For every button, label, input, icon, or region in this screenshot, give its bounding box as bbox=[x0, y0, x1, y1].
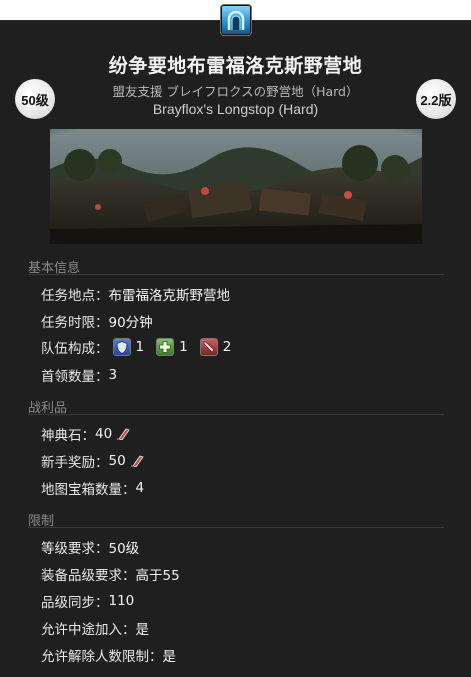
item-level-row: 装备品级要求： 高于55 bbox=[41, 564, 180, 584]
level-requirement-value: 50级 bbox=[108, 541, 140, 557]
level-badge: 50级 bbox=[15, 79, 55, 119]
section-divider bbox=[28, 527, 444, 528]
join-in-progress-label: 允许中途加入： bbox=[41, 622, 136, 638]
duty-subtitle-en: Brayflox's Longstop (Hard) bbox=[152, 101, 319, 117]
time-limit-value: 90分钟 bbox=[108, 315, 153, 331]
duty-subtitle-jp: 盟友支援 ブレイフロクスの野営地（Hard） bbox=[112, 84, 359, 99]
item-sync-row: 品级同步： 110 bbox=[41, 591, 134, 611]
item-level-value: 高于55 bbox=[135, 568, 180, 584]
map-chest-value: 4 bbox=[135, 480, 145, 496]
item-level-label: 装备品级要求： bbox=[41, 568, 136, 584]
boss-count-value: 3 bbox=[108, 367, 118, 383]
level-requirement-row: 等级要求： 50级 bbox=[41, 537, 139, 557]
time-limit-row: 任务时限： 90分钟 bbox=[41, 311, 153, 331]
tomestone-label: 神典石： bbox=[41, 428, 95, 444]
location-row: 任务地点： 布雷福洛克斯野营地 bbox=[41, 284, 230, 304]
location-label: 任务地点： bbox=[41, 288, 109, 304]
item-sync-value: 110 bbox=[108, 593, 135, 609]
map-chest-label: 地图宝箱数量： bbox=[41, 482, 136, 498]
map-chest-row: 地图宝箱数量： 4 bbox=[41, 478, 144, 498]
section-divider bbox=[28, 274, 444, 275]
join-in-progress-value: 是 bbox=[135, 622, 150, 638]
join-in-progress-row: 允许中途加入： 是 bbox=[41, 618, 149, 638]
unrestricted-party-row: 允许解除人数限制： 是 bbox=[41, 645, 176, 665]
healer-cross-icon bbox=[156, 338, 175, 356]
tank-count: 1 bbox=[135, 339, 145, 355]
boss-count-label: 首领数量： bbox=[41, 369, 109, 385]
rookie-bonus-value: 50 bbox=[108, 453, 126, 469]
duty-info-card: 50级 2.2版 纷争要地布雷福洛克斯野营地 盟友支援 ブレイフロクスの野営地（… bbox=[0, 20, 471, 677]
rookie-bonus-label: 新手奖励： bbox=[41, 455, 109, 471]
tomestone-icon bbox=[130, 455, 144, 468]
dungeon-portal-icon bbox=[220, 4, 252, 36]
duty-banner-image bbox=[50, 129, 422, 244]
party-composition-row: 队伍构成： 1 1 2 bbox=[41, 337, 243, 357]
time-limit-label: 任务时限： bbox=[41, 315, 109, 331]
boss-count-row: 首领数量： 3 bbox=[41, 365, 117, 385]
party-label: 队伍构成： bbox=[41, 341, 109, 357]
unrestricted-party-label: 允许解除人数限制： bbox=[41, 649, 163, 665]
section-divider bbox=[28, 414, 444, 415]
tomestone-row: 神典石： 40 bbox=[41, 424, 130, 444]
dps-sword-icon bbox=[199, 338, 218, 356]
item-sync-label: 品级同步： bbox=[41, 595, 109, 611]
rookie-bonus-row: 新手奖励： 50 bbox=[41, 451, 144, 471]
unrestricted-party-value: 是 bbox=[162, 649, 177, 665]
tomestone-icon bbox=[116, 428, 130, 441]
healer-count: 1 bbox=[179, 339, 188, 355]
patch-badge: 2.2版 bbox=[416, 79, 456, 119]
dps-count: 2 bbox=[222, 339, 232, 355]
tomestone-value: 40 bbox=[95, 426, 113, 442]
tank-shield-icon bbox=[112, 338, 131, 356]
duty-title: 纷争要地布雷福洛克斯野营地 bbox=[108, 55, 363, 77]
level-requirement-label: 等级要求： bbox=[41, 541, 109, 557]
location-value: 布雷福洛克斯野营地 bbox=[108, 288, 231, 304]
